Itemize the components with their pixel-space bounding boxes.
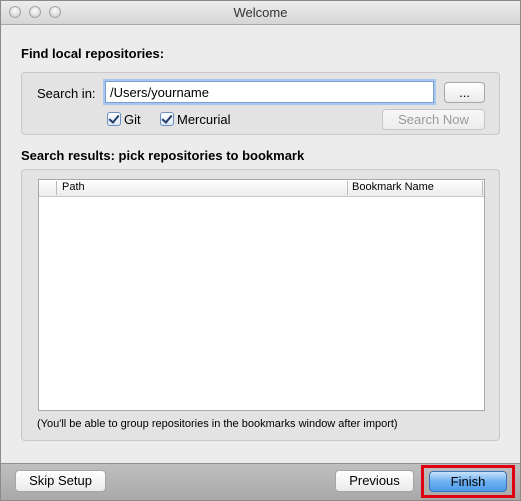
window-title: Welcome — [233, 5, 288, 20]
git-label: Git — [124, 112, 141, 127]
column-divider — [56, 181, 57, 195]
skip-setup-button[interactable]: Skip Setup — [15, 470, 106, 492]
previous-button[interactable]: Previous — [335, 470, 414, 492]
title-bar: Welcome — [1, 1, 520, 25]
mercurial-checkbox[interactable] — [160, 112, 174, 126]
results-table[interactable]: Path Bookmark Name — [38, 179, 485, 411]
finish-button[interactable]: Finish — [429, 471, 507, 492]
results-heading: Search results: pick repositories to boo… — [21, 148, 305, 163]
column-header-bookmark-name[interactable]: Bookmark Name — [352, 181, 434, 193]
browse-button[interactable]: ... — [444, 82, 485, 103]
git-checkbox[interactable] — [107, 112, 121, 126]
search-in-label: Search in: — [37, 86, 96, 101]
import-note: (You'll be able to group repositories in… — [37, 418, 398, 430]
search-now-button[interactable]: Search Now — [382, 109, 485, 130]
find-heading: Find local repositories: — [21, 46, 165, 61]
column-header-path[interactable]: Path — [62, 181, 85, 193]
search-path-input[interactable] — [105, 81, 434, 103]
column-divider — [482, 181, 483, 195]
column-divider — [347, 181, 348, 195]
table-header: Path Bookmark Name — [39, 180, 484, 197]
welcome-window: Welcome Find local repositories: Search … — [0, 0, 521, 501]
mercurial-label: Mercurial — [177, 112, 231, 127]
